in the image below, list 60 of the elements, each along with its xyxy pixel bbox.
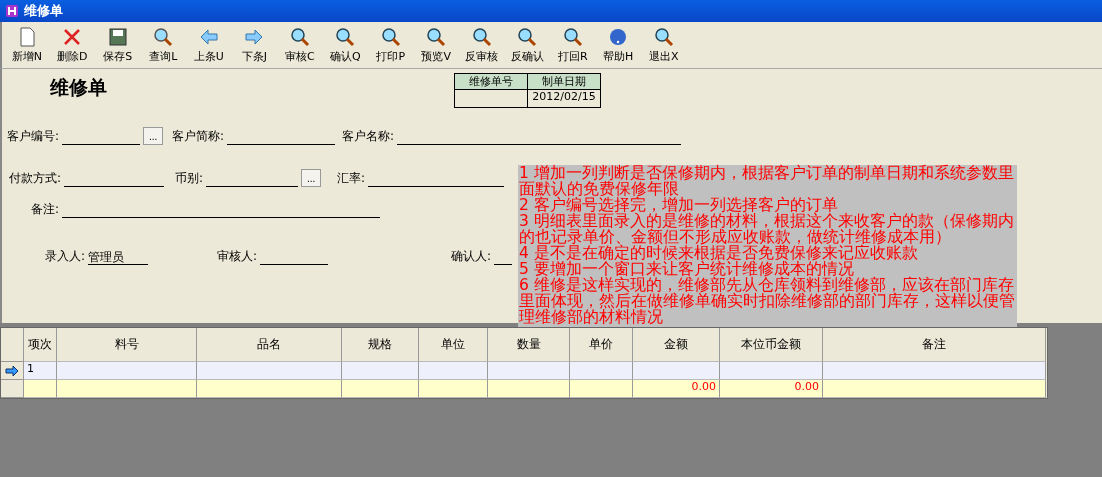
window-title: 维修单 — [24, 2, 63, 20]
toolbar-icon — [288, 26, 311, 48]
toolbar-icon — [561, 26, 584, 48]
toolbar-icon — [152, 26, 175, 48]
note-text: 3 明细表里面录入的是维修的材料，根据这个来收客户的款（保修期内的也记录单价、金额但不形成应收账款，做统计维修成本用） — [519, 213, 1015, 245]
note-text: 6 维修是这样实现的，维修部先从仓库领料到维修部，应该在部门库存里面体现，然后在做维修单确实时扣除维修部的部门库存，这样以便管理维修部的材料情况 — [519, 277, 1016, 325]
toolbar-button[interactable]: 新增N — [4, 26, 50, 64]
toolbar-button[interactable]: 保存S — [95, 26, 141, 64]
toolbar-button[interactable]: 预览V — [413, 26, 459, 64]
note-text: 5 要增加一个窗口来让客户统计维修成本的情况 — [519, 261, 854, 277]
field-label: 录入人: — [45, 248, 86, 265]
table-cell: 1 — [24, 362, 57, 380]
toolbar-button[interactable]: 反审核 — [459, 26, 505, 64]
toolbar-icon — [379, 26, 402, 48]
form-heading: 维修单 — [50, 75, 108, 100]
field-label: 币别: — [175, 170, 204, 187]
row-header[interactable] — [1, 362, 24, 380]
toolbar-button[interactable]: 删除D — [49, 26, 95, 64]
table-cell — [570, 362, 633, 380]
note-text: 2 客户编号选择完，增加一列选择客户的订单 — [519, 197, 838, 213]
column-header: 制单日期 — [527, 73, 601, 90]
table-cell: 0.00 — [633, 380, 720, 398]
app-icon — [4, 3, 20, 19]
lookup-button[interactable]: ... — [143, 127, 164, 145]
table-cell: 0.00 — [720, 380, 823, 398]
table-cell: 2012/02/15 — [527, 89, 601, 108]
toolbar-button[interactable]: 反确认 — [504, 26, 550, 64]
toolbar-icon — [470, 26, 493, 48]
field-label: 确认人: — [451, 248, 492, 265]
arrow-icon — [5, 365, 19, 376]
toolbar-button[interactable]: 退出X — [641, 26, 687, 64]
table-cell — [419, 380, 488, 398]
field-label: 客户简称: — [172, 128, 225, 145]
field-label: 备注: — [31, 201, 60, 218]
toolbar-icon — [334, 26, 357, 48]
field-label: 付款方式: — [9, 170, 62, 187]
toolbar-button[interactable]: 上条U — [186, 26, 232, 64]
toolbar-icon — [516, 26, 539, 48]
toolbar-button[interactable]: 帮助H — [595, 26, 641, 64]
lookup-button[interactable]: ... — [301, 169, 322, 187]
toolbar-icon — [106, 26, 129, 48]
toolbar-button[interactable]: 查询L — [140, 26, 186, 64]
field-label: 汇率: — [337, 170, 366, 187]
toolbar-button[interactable]: 审核C — [277, 26, 323, 64]
field-label: 客户名称: — [342, 128, 395, 145]
table-cell — [570, 380, 633, 398]
note-text: 4 是不是在确定的时候来根据是否免费保修来记应收账款 — [519, 245, 918, 261]
table-cell — [24, 380, 57, 398]
note-text: 1 增加一列判断是否保修期内，根据客户订单的制单日期和系统参数里面默认的免费保修年限 — [519, 165, 1015, 197]
column-header: 维修单号 — [454, 73, 528, 90]
toolbar-button[interactable]: 确认Q — [322, 26, 368, 64]
toolbar-icon — [652, 26, 675, 48]
input-field[interactable]: 管理员 — [88, 249, 149, 265]
toolbar-button[interactable]: 打印P — [368, 26, 414, 64]
toolbar-icon — [425, 26, 448, 48]
field-label: 客户编号: — [7, 128, 60, 145]
table-cell — [419, 362, 488, 380]
toolbar-button[interactable]: 打回R — [550, 26, 596, 64]
field-label: 审核人: — [217, 248, 258, 265]
toolbar-button[interactable]: 下条J — [231, 26, 277, 64]
